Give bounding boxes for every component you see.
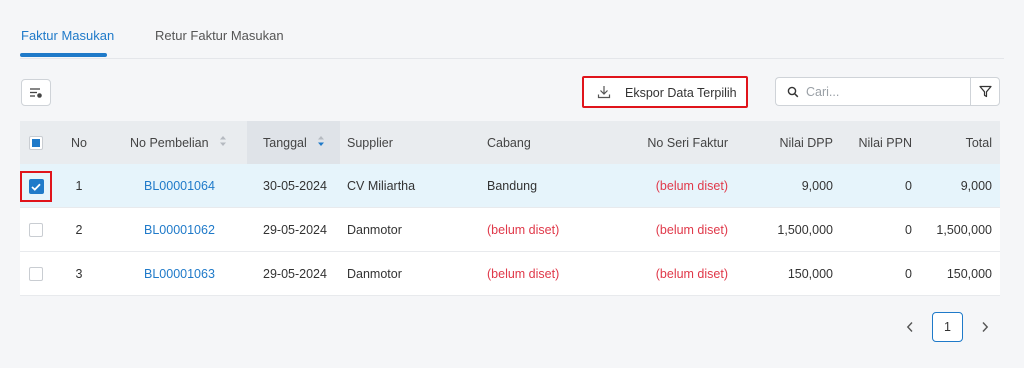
header-no: No <box>71 135 87 150</box>
table-header: No No Pembelian Tanggal Supplier Cabang … <box>20 121 1000 164</box>
row-total: 150,000 <box>946 266 992 281</box>
chevron-left-icon <box>906 322 913 332</box>
tab-retur-faktur-masukan[interactable]: Retur Faktur Masukan <box>155 28 284 43</box>
row-supplier: CV Miliartha <box>347 178 416 193</box>
row-no: 2 <box>75 222 83 237</box>
search-box <box>775 77 970 106</box>
header-tanggal-label: Tanggal <box>263 135 307 150</box>
header-supplier: Supplier <box>347 135 393 150</box>
row-date: 29-05-2024 <box>263 222 327 237</box>
row-date: 29-05-2024 <box>263 266 327 281</box>
purchase-invoice-table: No No Pembelian Tanggal Supplier Cabang … <box>20 121 1000 296</box>
row-ppn: 0 <box>905 266 912 281</box>
row-supplier: Danmotor <box>347 266 402 281</box>
header-total: Total <box>965 135 992 150</box>
header-nilai-dpp: Nilai DPP <box>779 135 834 150</box>
filter-icon <box>978 85 992 98</box>
purchase-number-link[interactable]: BL00001062 <box>144 208 264 251</box>
purchase-number-link[interactable]: BL00001063 <box>144 252 264 295</box>
row-total: 9,000 <box>960 178 992 193</box>
search-input[interactable] <box>806 83 961 101</box>
sort-icon <box>219 135 227 150</box>
export-label: Ekspor Data Terpilih <box>625 86 737 100</box>
export-selected-button[interactable]: Ekspor Data Terpilih <box>582 76 748 108</box>
search-icon <box>787 86 799 101</box>
active-tab-indicator <box>20 53 107 57</box>
tab-faktur-masukan[interactable]: Faktur Masukan <box>21 28 114 43</box>
row-branch: Bandung <box>487 178 538 193</box>
purchase-number-link[interactable]: BL00001064 <box>144 164 264 207</box>
row-invoice-serial: (belum diset) <box>655 222 728 237</box>
row-select-cell <box>20 252 52 295</box>
row-select-cell <box>20 208 52 251</box>
next-page-button[interactable] <box>975 312 995 342</box>
row-dpp: 150,000 <box>787 266 833 281</box>
check-icon <box>31 183 41 191</box>
header-no-pembelian[interactable]: No Pembelian <box>130 121 250 164</box>
row-supplier: Danmotor <box>347 222 402 237</box>
row-select-highlight <box>20 171 52 202</box>
header-tanggal[interactable]: Tanggal <box>263 121 325 164</box>
row-branch: (belum diset) <box>487 222 560 237</box>
header-cabang: Cabang <box>487 135 531 150</box>
table-row[interactable]: 2 BL00001062 29-05-2024 Danmotor (belum … <box>20 208 1000 252</box>
sort-icon-active <box>317 135 325 150</box>
page-number-button[interactable]: 1 <box>932 312 963 342</box>
row-invoice-serial: (belum diset) <box>655 266 728 281</box>
header-no-seri-faktur: No Seri Faktur <box>647 135 728 150</box>
header-nilai-ppn: Nilai PPN <box>858 135 913 150</box>
chevron-right-icon <box>982 322 989 332</box>
select-all-cell <box>20 121 52 164</box>
row-total: 1,500,000 <box>936 222 992 237</box>
row-dpp: 9,000 <box>801 178 833 193</box>
row-ppn: 0 <box>905 222 912 237</box>
download-icon <box>597 85 611 102</box>
row-no: 1 <box>75 178 83 193</box>
select-all-checkbox[interactable] <box>29 135 43 150</box>
column-settings-icon <box>30 87 42 98</box>
row-branch: (belum diset) <box>487 266 560 281</box>
row-no: 3 <box>75 266 83 281</box>
row-invoice-serial: (belum diset) <box>655 178 728 193</box>
row-checkbox[interactable] <box>28 179 44 194</box>
row-date: 30-05-2024 <box>263 178 327 193</box>
filter-button[interactable] <box>970 77 1000 106</box>
table-row[interactable]: 3 BL00001063 29-05-2024 Danmotor (belum … <box>20 252 1000 296</box>
row-ppn: 0 <box>905 178 912 193</box>
header-no-pembelian-label: No Pembelian <box>130 135 209 150</box>
row-dpp: 1,500,000 <box>777 222 833 237</box>
tab-bar: Faktur Masukan Retur Faktur Masukan <box>20 0 1004 59</box>
previous-page-button[interactable] <box>900 312 920 342</box>
row-checkbox[interactable] <box>29 266 43 281</box>
row-checkbox[interactable] <box>29 222 43 237</box>
table-row[interactable]: 1 BL00001064 30-05-2024 CV Miliartha Ban… <box>20 164 1000 208</box>
column-settings-button[interactable] <box>21 79 51 106</box>
